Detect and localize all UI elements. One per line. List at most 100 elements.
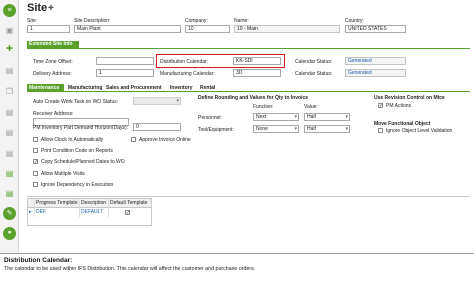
- personnel-value-select[interactable]: Half ▾: [304, 113, 350, 121]
- menu-icon[interactable]: ≡: [3, 4, 16, 17]
- highlight-box: [156, 54, 285, 68]
- site-label: Site:: [27, 18, 38, 24]
- allow-clock-in-checkbox[interactable]: [33, 137, 38, 142]
- default-template-cell: ✓: [109, 208, 152, 217]
- manufacturing-calendar-field[interactable]: 3D: [233, 69, 281, 77]
- column-header[interactable]: Progress Template: [35, 199, 80, 208]
- company-field[interactable]: 10: [185, 25, 230, 33]
- name-label: Name:: [234, 18, 249, 24]
- table-row-empty: [28, 217, 151, 225]
- column-header[interactable]: Description: [80, 199, 109, 208]
- tool-function-value: None: [256, 126, 268, 132]
- tool-value-value: Half: [307, 126, 316, 132]
- country-field[interactable]: UNITED STATES: [345, 25, 406, 33]
- tab-inventory[interactable]: Inventory: [168, 84, 196, 92]
- delivery-address-field[interactable]: 1: [96, 69, 154, 77]
- left-toolbar: ≡ ▣ ✚ ▤ ❐ ▤ ▤ ▤ ▤ ▤ ✎ ⚭: [0, 0, 19, 253]
- column-header[interactable]: Default Template: [109, 199, 152, 208]
- copy-icon[interactable]: ❐: [4, 86, 15, 97]
- description-cell: DEFAULT: [80, 208, 109, 217]
- tool-function-select[interactable]: None ▾: [253, 125, 299, 133]
- print-condition-code-label: Print Condition Code on Reports: [41, 148, 113, 154]
- allow-multiple-visits-checkbox[interactable]: [33, 171, 38, 176]
- ignore-object-validation-label: Ignore Object Level Validation: [386, 128, 453, 134]
- ignore-dependency-checkbox[interactable]: [33, 182, 38, 187]
- calendar-status-label-2: Calendar Status:: [295, 71, 333, 77]
- delivery-address-label: Delivery Address:: [33, 71, 72, 77]
- receiver-address-label: Receiver Address:: [33, 111, 74, 117]
- document-icon[interactable]: ▤: [4, 107, 15, 118]
- chevron-down-icon: ▾: [294, 126, 297, 132]
- calendar-status-label: Calendar Status:: [295, 59, 333, 65]
- value-column-label: Value:: [304, 104, 318, 110]
- pm-actions-checkbox[interactable]: ✓: [378, 103, 383, 109]
- link-icon[interactable]: ⚭: [3, 227, 16, 240]
- pm-actions-label: PM Actions: [386, 103, 412, 109]
- table-header-row: Progress Template Description Default Te…: [28, 199, 151, 208]
- function-column-label: Function:: [253, 104, 274, 110]
- tab-rental[interactable]: Rental: [198, 84, 220, 92]
- page-title: Site: [27, 2, 48, 14]
- tool-equipment-label: Tool/Equipment:: [198, 127, 234, 133]
- ignore-dependency-label: Ignore Dependency in Execution: [41, 182, 114, 188]
- approve-invoice-label: Approve Invoice Online: [139, 137, 191, 143]
- progress-template-table: Progress Template Description Default Te…: [27, 198, 152, 226]
- pin-icon[interactable]: ✚: [48, 4, 54, 12]
- tab-manufacturing[interactable]: Manufacturing: [66, 84, 103, 92]
- edit-icon[interactable]: ✎: [3, 207, 16, 220]
- calendar-status-field: Generated: [345, 57, 406, 65]
- company-label: Company:: [185, 18, 208, 24]
- table-row[interactable]: ▸ DEF DEFAULT ✓: [28, 208, 151, 217]
- auto-create-work-task-label: Auto Create Work Task on WO Status:: [33, 99, 119, 105]
- row-selector-header: [28, 199, 35, 208]
- grid-divider: [27, 196, 470, 197]
- pm-horizon-field[interactable]: 0: [133, 123, 181, 131]
- time-zone-offset-field[interactable]: [96, 57, 154, 65]
- personnel-function-value: Next: [256, 114, 267, 120]
- name-field: 10 - Main: [234, 25, 340, 33]
- country-label: Country:: [345, 18, 364, 24]
- personnel-label: Personnel:: [198, 115, 222, 121]
- print-condition-code-checkbox[interactable]: [33, 148, 38, 153]
- personnel-function-select[interactable]: Next ▾: [253, 113, 299, 121]
- pm-horizon-label: PM Inventory Part Demand Horizon(Days):: [33, 125, 129, 131]
- document-icon[interactable]: ▤: [4, 148, 15, 159]
- copy-schedule-checkbox[interactable]: ✓: [33, 159, 38, 165]
- auto-create-work-task-select[interactable]: ▾: [133, 97, 181, 105]
- rounding-title: Define Rounding and Values for Qty to In…: [198, 95, 309, 101]
- personnel-value-value: Half: [307, 114, 316, 120]
- tab-sales-and-procurement[interactable]: Sales and Procurement: [104, 84, 166, 92]
- template-cell[interactable]: DEF: [35, 208, 80, 217]
- tab-bar: Maintenance Manufacturing Sales and Proc…: [27, 84, 470, 92]
- manufacturing-calendar-label: Manufacturing Calendar:: [160, 71, 215, 77]
- move-functional-object-title: Move Functional Object: [374, 121, 431, 127]
- site-description-field[interactable]: Main Plant: [74, 25, 181, 33]
- time-zone-offset-label: Time Zone Offset:: [33, 59, 73, 65]
- chevron-down-icon: ▾: [345, 126, 348, 132]
- section-divider: [27, 48, 470, 49]
- allow-clock-in-label: Allow Clock In Automatically: [41, 137, 104, 143]
- extended-site-info-header[interactable]: Extended Site Info: [27, 41, 79, 48]
- default-template-checkbox[interactable]: ✓: [125, 210, 130, 216]
- chevron-down-icon: ▾: [176, 98, 179, 104]
- tool-value-select[interactable]: Half ▾: [304, 125, 350, 133]
- add-icon[interactable]: ✚: [4, 43, 15, 54]
- allow-multiple-visits-label: Allow Multiple Visits: [41, 171, 85, 177]
- chevron-down-icon: ▾: [345, 114, 348, 120]
- copy-schedule-label: Copy Schedule/Planned Dates to WO: [41, 159, 125, 165]
- save-icon[interactable]: ▣: [4, 25, 15, 36]
- document-icon[interactable]: ▤: [4, 188, 15, 199]
- footer-divider: [0, 253, 474, 254]
- document-icon[interactable]: ▤: [4, 168, 15, 179]
- approve-invoice-checkbox[interactable]: [131, 137, 136, 142]
- ignore-object-validation-checkbox[interactable]: [378, 128, 383, 133]
- revision-control-title: Use Revision Control on Mtce: [374, 95, 445, 101]
- chevron-down-icon: ▾: [294, 114, 297, 120]
- help-text: The calendar to be used within IFS Distr…: [4, 266, 256, 272]
- site-field[interactable]: 1: [27, 25, 70, 33]
- document-icon[interactable]: ▤: [4, 65, 15, 76]
- row-arrow-icon: ▸: [28, 208, 35, 217]
- document-icon[interactable]: ▤: [4, 127, 15, 138]
- help-title: Distribution Calendar:: [4, 257, 73, 264]
- tab-maintenance[interactable]: Maintenance: [27, 84, 64, 92]
